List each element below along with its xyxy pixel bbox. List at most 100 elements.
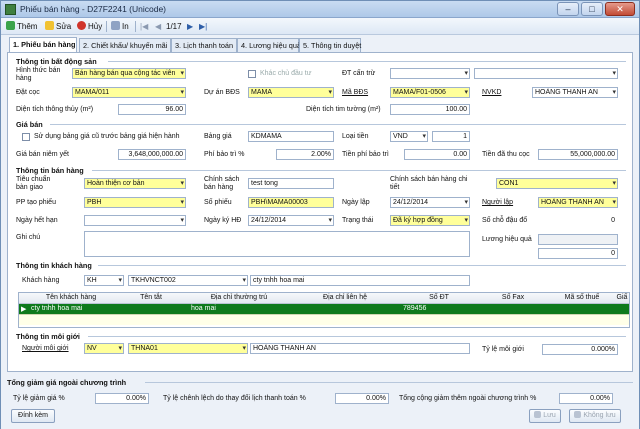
title-bar: Phiếu bán hàng - D27F2241 (Unicode) – □ … [1, 1, 639, 18]
gross-area-label: Diện tích tim tường (m²) [306, 106, 381, 113]
collected-deposit-field[interactable]: 55,000,000.00 [538, 149, 618, 160]
creator-select[interactable]: HOÀNG THANH AN [538, 197, 618, 208]
no-save-button[interactable]: Không lưu [569, 409, 621, 423]
save-button[interactable]: Lưu [529, 409, 561, 423]
tab-discount[interactable]: 2. Chiết khấu/ khuyến mãi [79, 38, 171, 52]
broker-type-select[interactable]: NV [84, 343, 124, 354]
table-cell[interactable]: cty tnhh hoa mai [31, 305, 82, 312]
tab-effective-salary[interactable]: 4. Lương hiệu quả [237, 38, 301, 52]
currency-select[interactable]: VND [390, 131, 428, 142]
column-header[interactable]: Tên khách hàng [29, 294, 113, 301]
discount-pct-label: Tỷ lệ giảm giá % [13, 395, 65, 402]
property-code-select[interactable]: MAMA/F01-0506 [390, 87, 470, 98]
table-row-new[interactable] [19, 314, 629, 325]
total-extra-field[interactable]: 0.00% [559, 393, 613, 404]
tab-approval-info[interactable]: 5. Thông tin duyệt [299, 38, 361, 52]
policy-detail-select[interactable]: CON1 [496, 178, 618, 189]
save-icon [534, 411, 542, 418]
next-record-button[interactable]: ▶ [187, 20, 193, 33]
table-header: Tên khách hàng Tên tắt Địa chỉ thường tr… [19, 293, 629, 304]
effective-salary-field[interactable] [538, 234, 618, 245]
table-cell[interactable]: 789456 [403, 305, 426, 312]
voucher-number-label: Số phiếu [204, 199, 232, 206]
currency-label: Loại tiền [342, 133, 369, 140]
effective-salary-value[interactable]: 0 [538, 248, 618, 259]
creator-label[interactable]: Người lập [482, 199, 513, 207]
maintenance-fee-pct-field[interactable]: 2.00% [276, 149, 334, 160]
cancel-button[interactable]: Hủy [77, 20, 102, 33]
minimize-button[interactable]: – [557, 2, 579, 16]
toolbar: Thêm Sửa Hủy In |◀ ◀ 1/17 ▶ ▶| [1, 18, 639, 35]
note-textarea[interactable] [84, 231, 470, 257]
discount-pct-field[interactable]: 0.00% [95, 393, 149, 404]
price-table-label: Bảng giá [204, 133, 232, 140]
price-table-field[interactable]: KDMAMA [248, 131, 334, 142]
last-record-button[interactable]: ▶| [199, 20, 207, 33]
close-button[interactable]: ✕ [605, 2, 635, 16]
maintenance-fee-field[interactable]: 0.00 [404, 149, 470, 160]
exchange-rate-field[interactable]: 1 [432, 131, 470, 142]
list-price-label: Giá bán niêm yết [16, 151, 69, 158]
status-label: Trạng thái [342, 217, 374, 224]
policy-detail-label: Chính sách bán hàng chi tiết [390, 176, 468, 191]
column-header[interactable]: Số ĐT [401, 294, 477, 301]
created-date-field[interactable]: 24/12/2014 [390, 197, 470, 208]
tab-payment-schedule[interactable]: 3. Lịch thanh toán [171, 38, 237, 52]
sales-staff-select[interactable]: HOÀNG THANH AN [532, 87, 618, 98]
divider [50, 124, 626, 125]
bottom-area: Tổng giảm giá ngoài chương trình Tỷ lệ g… [1, 374, 639, 429]
net-area-field[interactable]: 96.00 [118, 104, 186, 115]
broker-label[interactable]: Người môi giới [22, 345, 69, 353]
schedule-diff-field[interactable]: 0.00% [335, 393, 389, 404]
add-button[interactable]: Thêm [6, 20, 37, 33]
broker-rate-field[interactable]: 0.000% [542, 344, 618, 355]
prev-record-button[interactable]: ◀ [155, 20, 161, 33]
price-section-title: Giá bán [16, 120, 43, 129]
table-row[interactable]: ▶ cty tnhh hoa mai hoa mai 789456 [19, 304, 629, 314]
voucher-number-field[interactable]: PBH\MAMA00003 [248, 197, 334, 208]
maximize-button[interactable]: □ [581, 2, 603, 16]
voucher-method-select[interactable]: PBH [84, 197, 186, 208]
deposit-select[interactable]: MAMA/011 [72, 87, 186, 98]
first-record-button[interactable]: |◀ [140, 20, 148, 33]
edit-button[interactable]: Sửa [45, 20, 71, 33]
offset-select[interactable] [390, 68, 470, 79]
handover-standard-select[interactable]: Hoàn thiện cơ bản [84, 178, 186, 189]
sales-policy-field[interactable]: test tong [248, 178, 334, 189]
customer-type-select[interactable]: KH [84, 275, 124, 286]
column-header[interactable]: Địa chỉ liên hệ [289, 294, 401, 301]
property-code-label[interactable]: Mã BĐS [342, 89, 368, 97]
tab-sales-voucher[interactable]: 1. Phiếu bán hàng [9, 37, 77, 52]
net-area-label: Diện tích thông thủy (m²) [16, 106, 94, 113]
customer-id-select[interactable]: TKHVNCT002 [128, 275, 248, 286]
signed-date-field[interactable]: 24/12/2014 [248, 215, 334, 226]
other-investor-checkbox[interactable] [248, 70, 256, 78]
expiry-date-field[interactable] [84, 215, 186, 226]
column-header[interactable]: Tên tắt [113, 294, 189, 301]
column-header[interactable]: Địa chỉ thường trú [189, 294, 289, 301]
signed-date-label: Ngày ký HĐ [204, 217, 242, 224]
broker-id-select[interactable]: THNA01 [128, 343, 248, 354]
maintenance-fee-label: Tiền phí bảo trì [342, 151, 389, 158]
column-header[interactable]: Giấ [615, 294, 629, 301]
list-price-field[interactable]: 3,648,000,000.00 [118, 149, 186, 160]
gross-area-field[interactable]: 100.00 [390, 104, 470, 115]
sale-form-select[interactable]: Bán hàng bán qua cộng tác viên [72, 68, 186, 79]
attach-button[interactable]: Đính kèm [11, 409, 55, 423]
customer-name-field[interactable]: cty tnhh hoa mai [250, 275, 470, 286]
table-cell[interactable]: hoa mai [191, 305, 216, 312]
print-button[interactable]: In [111, 20, 129, 33]
status-select[interactable]: Đã ký hợp đồng [390, 215, 470, 226]
handover-standard-label: Tiêu chuẩn bàn giao [16, 176, 51, 191]
use-old-table-checkbox[interactable] [22, 133, 30, 141]
customer-section-title: Thông tin khách hàng [16, 261, 92, 270]
column-header[interactable]: Mã số thuế [549, 294, 615, 301]
offset-name-field[interactable] [474, 68, 618, 79]
project-select[interactable]: MAMA [248, 87, 334, 98]
maintenance-fee-pct-label: Phí bảo trì % [204, 151, 245, 158]
column-header[interactable]: Số Fax [477, 294, 549, 301]
sales-staff-label[interactable]: NVKD [482, 89, 501, 97]
schedule-diff-label: Tỷ lệ chênh lệch do thay đổi lịch thanh … [163, 395, 306, 402]
offset-label: ĐT cấn trừ [342, 70, 376, 77]
broker-name-field[interactable]: HOÀNG THANH AN [250, 343, 470, 354]
